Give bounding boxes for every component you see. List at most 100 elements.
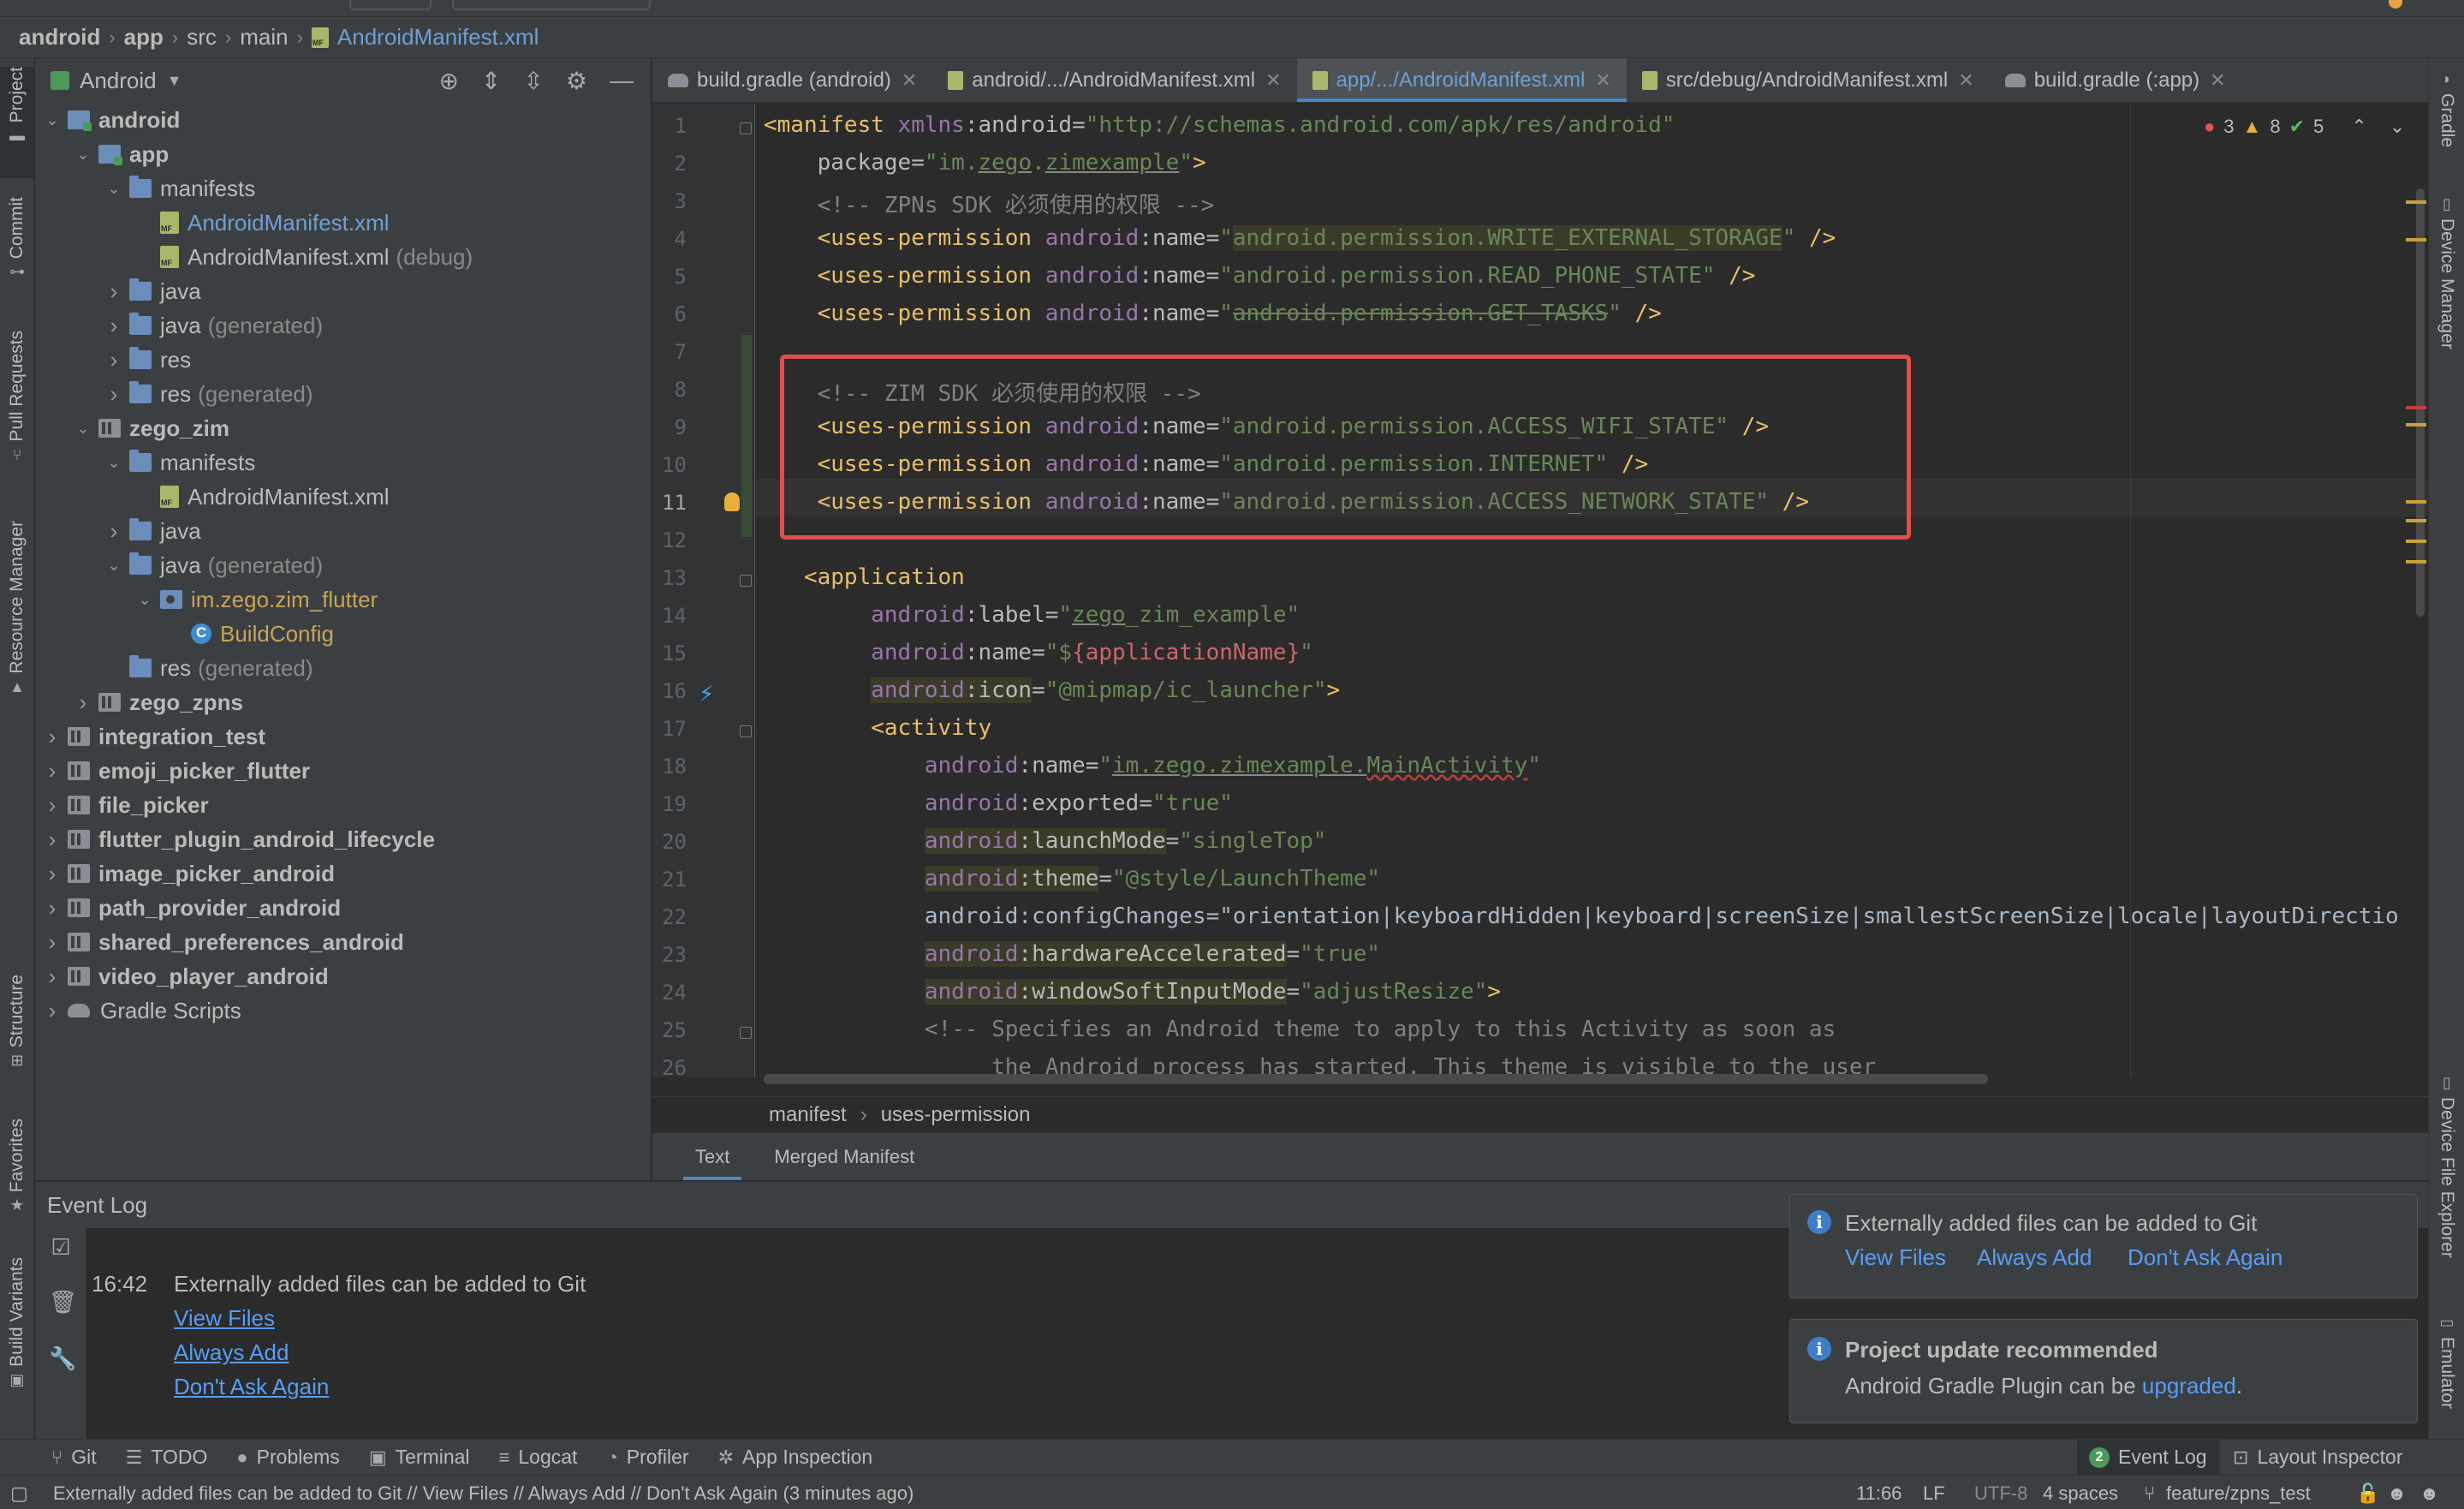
tab-merged-manifest[interactable]: Merged Manifest	[752, 1133, 937, 1180]
code-line[interactable]: <application	[764, 564, 965, 590]
tree-node[interactable]: › java (generated)	[104, 308, 323, 343]
tree-node[interactable]: AndroidManifest.xml(debug)	[134, 240, 473, 274]
code-line[interactable]: <uses-permission android:name="android.p…	[764, 301, 1662, 326]
tool-tab-build-variants[interactable]: Build Variants ▣	[0, 1257, 34, 1411]
tree-node[interactable]: ⌄ manifests	[104, 445, 255, 480]
editor-tab[interactable]: app/.../AndroidManifest.xml ✕	[1296, 58, 1628, 102]
tool-tab-device-file-explorer[interactable]: ▯ Device File Explorer	[2429, 1074, 2464, 1331]
dont-ask-again-link[interactable]: Don't Ask Again	[174, 1374, 329, 1400]
tool-git[interactable]: ⑂ Git	[51, 1446, 97, 1469]
status-message[interactable]: Externally added files can be added to G…	[53, 1482, 914, 1505]
run-config-dropdown[interactable]	[349, 0, 431, 10]
hide-icon[interactable]: —	[610, 67, 634, 94]
upgraded-link[interactable]: upgraded	[2142, 1373, 2236, 1399]
breadcrumb-file[interactable]: AndroidManifest.xml	[337, 24, 539, 51]
chevron-up-icon[interactable]: ⌃	[2351, 116, 2366, 138]
chevron-down-icon[interactable]: ⌄	[104, 454, 124, 472]
warning-marker[interactable]	[2406, 540, 2426, 543]
crumb-uses-permission[interactable]: uses-permission	[881, 1103, 1031, 1127]
tool-todo[interactable]: ☰ TODO	[126, 1446, 208, 1469]
tree-node[interactable]: › res (generated)	[104, 377, 313, 411]
wrench-icon[interactable]: 🔧	[49, 1346, 76, 1370]
fold-icon[interactable]	[740, 1027, 752, 1039]
breadcrumb-src[interactable]: src	[187, 24, 217, 51]
code-editor[interactable]: 1 2 3 4 5 6 7 8 9 10 11 12 13 14 15 16 17 18 19 20 21 22 23 24 2…	[652, 104, 2428, 1077]
code-line[interactable]: <activity	[764, 715, 991, 741]
tree-node[interactable]: › zego_zpns	[73, 685, 243, 719]
tree-node[interactable]: › res	[104, 343, 191, 377]
chevron-down-icon[interactable]: ⌄	[42, 111, 62, 129]
tree-node[interactable]: › Gradle Scripts	[42, 993, 241, 1028]
trash-icon[interactable]: 🗑	[49, 1290, 77, 1314]
warning-marker[interactable]	[2406, 500, 2426, 504]
tool-problems[interactable]: ● Problems	[236, 1446, 339, 1469]
mark-read-icon[interactable]: ☑	[49, 1235, 73, 1259]
code-line[interactable]: android:configChanges="orientation|keybo…	[764, 904, 2399, 929]
code-line[interactable]: <uses-permission android:name="android.p…	[764, 225, 1836, 251]
tool-tab-structure[interactable]: Structure ⊞	[0, 975, 34, 1086]
fold-icon[interactable]	[740, 575, 752, 587]
chevron-down-icon[interactable]: ⌄	[73, 146, 93, 164]
code-line[interactable]: android:exported="true"	[764, 790, 1233, 816]
tool-tab-gradle[interactable]: ◗ Gradle	[2429, 70, 2464, 182]
warning-marker[interactable]	[2406, 200, 2426, 204]
lightbulb-icon[interactable]	[724, 492, 740, 511]
user-avatar[interactable]	[2389, 0, 2402, 9]
chevron-right-icon[interactable]: ›	[104, 381, 124, 408]
tool-tab-commit[interactable]: Commit ⊶	[0, 197, 34, 308]
error-marker[interactable]	[2406, 406, 2426, 409]
code-line[interactable]: android:theme="@style/LaunchTheme"	[764, 866, 1380, 892]
chevron-right-icon[interactable]: ›	[104, 347, 124, 373]
code-line[interactable]: <!-- ZPNs SDK 必须使用的权限 -->	[764, 188, 1215, 219]
close-icon[interactable]: ✕	[2210, 69, 2225, 92]
code-line[interactable]: <uses-permission android:name="android.p…	[764, 414, 1769, 439]
device-dropdown[interactable]	[452, 0, 651, 10]
tree-node[interactable]: › flutter_plugin_android_lifecycle	[42, 822, 435, 856]
file-encoding[interactable]: UTF-8	[1974, 1482, 2027, 1505]
locate-icon[interactable]: ⊕	[438, 67, 458, 95]
tool-terminal[interactable]: ▣ Terminal	[369, 1446, 470, 1469]
tree-node[interactable]: ⌄ android	[42, 103, 180, 137]
always-add-link[interactable]: Always Add	[1977, 1244, 2092, 1271]
code-line[interactable]: <uses-permission android:name="android.p…	[764, 451, 1649, 477]
close-icon[interactable]: ✕	[902, 69, 917, 92]
editor-tab[interactable]: build.gradle (android) ✕	[652, 58, 932, 102]
code-line[interactable]: <!-- ZIM SDK 必须使用的权限 -->	[764, 376, 1201, 408]
code-line[interactable]: <uses-permission android:name="android.p…	[764, 263, 1756, 289]
breadcrumb-android[interactable]: android	[19, 24, 100, 51]
inspection-widget[interactable]: ● 3 ▲ 8 ✔ 5 ⌃ ⌄	[2204, 111, 2405, 142]
chevron-right-icon[interactable]: ›	[42, 861, 62, 887]
tree-node[interactable]: AndroidManifest.xml	[134, 206, 390, 240]
tree-node[interactable]: ⌄ java (generated)	[104, 548, 323, 582]
tree-node[interactable]: › integration_test	[42, 719, 265, 754]
code-line[interactable]: android:icon="@mipmap/ic_launcher">	[764, 677, 1340, 703]
code-line[interactable]: android:name="${applicationName}"	[764, 640, 1313, 665]
tool-layout-inspector[interactable]: ⊡ Layout Inspector	[2233, 1446, 2403, 1469]
tree-node[interactable]: › image_picker_android	[42, 856, 335, 891]
tool-tab-pull-requests[interactable]: Pull Requests ⑂	[0, 331, 34, 485]
tool-profiler[interactable]: ◔ Profiler	[606, 1446, 688, 1469]
close-icon[interactable]: ✕	[1595, 69, 1610, 92]
warning-marker[interactable]	[2406, 238, 2426, 242]
code-line[interactable]: <uses-permission android:name="android.p…	[764, 489, 1809, 515]
code-line[interactable]: android:windowSoftInputMode="adjustResiz…	[764, 979, 1501, 1005]
chevron-right-icon[interactable]: ›	[42, 792, 62, 819]
tool-tab-resource-manager[interactable]: Resource Manager ▲	[0, 521, 34, 718]
caret-position[interactable]: 11:66	[1856, 1482, 1902, 1505]
vertical-scrollbar[interactable]	[2416, 188, 2425, 617]
crumb-manifest[interactable]: manifest	[769, 1103, 847, 1127]
chevron-right-icon[interactable]: ›	[42, 724, 62, 750]
horizontal-scrollbar[interactable]	[764, 1074, 1988, 1084]
code-line[interactable]: <!-- Specifies an Android theme to apply…	[764, 1017, 1836, 1042]
editor-tab[interactable]: src/debug/AndroidManifest.xml ✕	[1627, 58, 1990, 102]
change-marker[interactable]	[741, 335, 752, 537]
expand-all-icon[interactable]: ⇕	[481, 67, 501, 95]
chevron-down-icon[interactable]: ⌄	[104, 557, 124, 575]
tree-node[interactable]: res (generated)	[104, 651, 313, 685]
gear-icon[interactable]: ⚙	[566, 67, 587, 95]
chevron-down-icon[interactable]: ⌄	[73, 420, 93, 438]
breadcrumb-main[interactable]: main	[240, 24, 288, 51]
tree-node[interactable]: › video_player_android	[42, 959, 329, 993]
tree-node[interactable]: › emoji_picker_flutter	[42, 754, 310, 788]
chevron-right-icon[interactable]: ›	[104, 313, 124, 339]
